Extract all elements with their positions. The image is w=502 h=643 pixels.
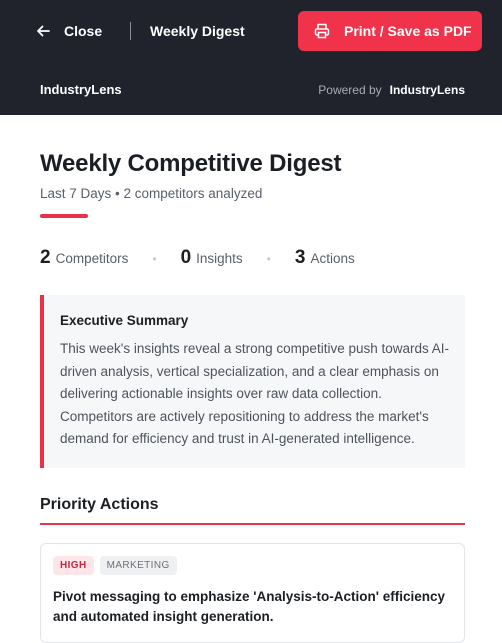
printer-icon [314,23,330,39]
stat-competitors: 2 Competitors [40,247,128,269]
stats-row: 2 Competitors • 0 Insights • 3 Actions [40,247,355,269]
stat-insights: 0 Insights [181,247,243,269]
separator-dot: • [152,252,157,266]
action-tags: HIGH MARKETING [53,556,452,575]
action-text: Pivot messaging to emphasize 'Analysis-t… [53,589,446,624]
category-badge: MARKETING [99,556,177,575]
header-divider [130,22,131,40]
action-card: HIGH MARKETING Pivot messaging to emphas… [40,543,465,643]
print-label: Print / Save as PDF [344,23,472,39]
print-save-pdf-button[interactable]: Print / Save as PDF [298,11,482,51]
close-label: Close [64,23,103,39]
priority-badge: HIGH [53,556,94,575]
summary-title: Executive Summary [60,313,189,328]
summary-body: This week's insights reveal a strong com… [60,341,450,446]
stat-label: Competitors [55,251,129,266]
page-title: Weekly Competitive Digest [40,150,342,177]
page-subtitle: Last 7 Days • 2 competitors analyzed [40,186,263,201]
stat-actions: 3 Actions [295,247,355,269]
priority-actions-heading: Priority Actions [40,496,159,513]
stat-value: 2 [40,247,51,268]
title-accent-bar [40,214,88,218]
arrow-left-icon [37,25,50,37]
stat-value: 0 [180,247,192,268]
brand-name: IndustryLens [40,82,122,97]
priority-actions-rule [40,523,465,525]
powered-prefix: Powered by [318,83,382,97]
header-bar: Close Weekly Digest Print / Save as PDF … [0,0,502,115]
close-button[interactable]: Close [36,20,102,42]
executive-summary: Executive Summary This week's insights r… [40,295,465,468]
stat-value: 3 [294,247,306,268]
document-title: Weekly Digest [150,23,245,39]
stat-label: Actions [310,251,355,266]
separator-dot: • [266,252,271,266]
powered-brand: IndustryLens [389,83,465,97]
stat-label: Insights [196,251,243,266]
powered-by: Powered by IndustryLens [318,83,465,97]
